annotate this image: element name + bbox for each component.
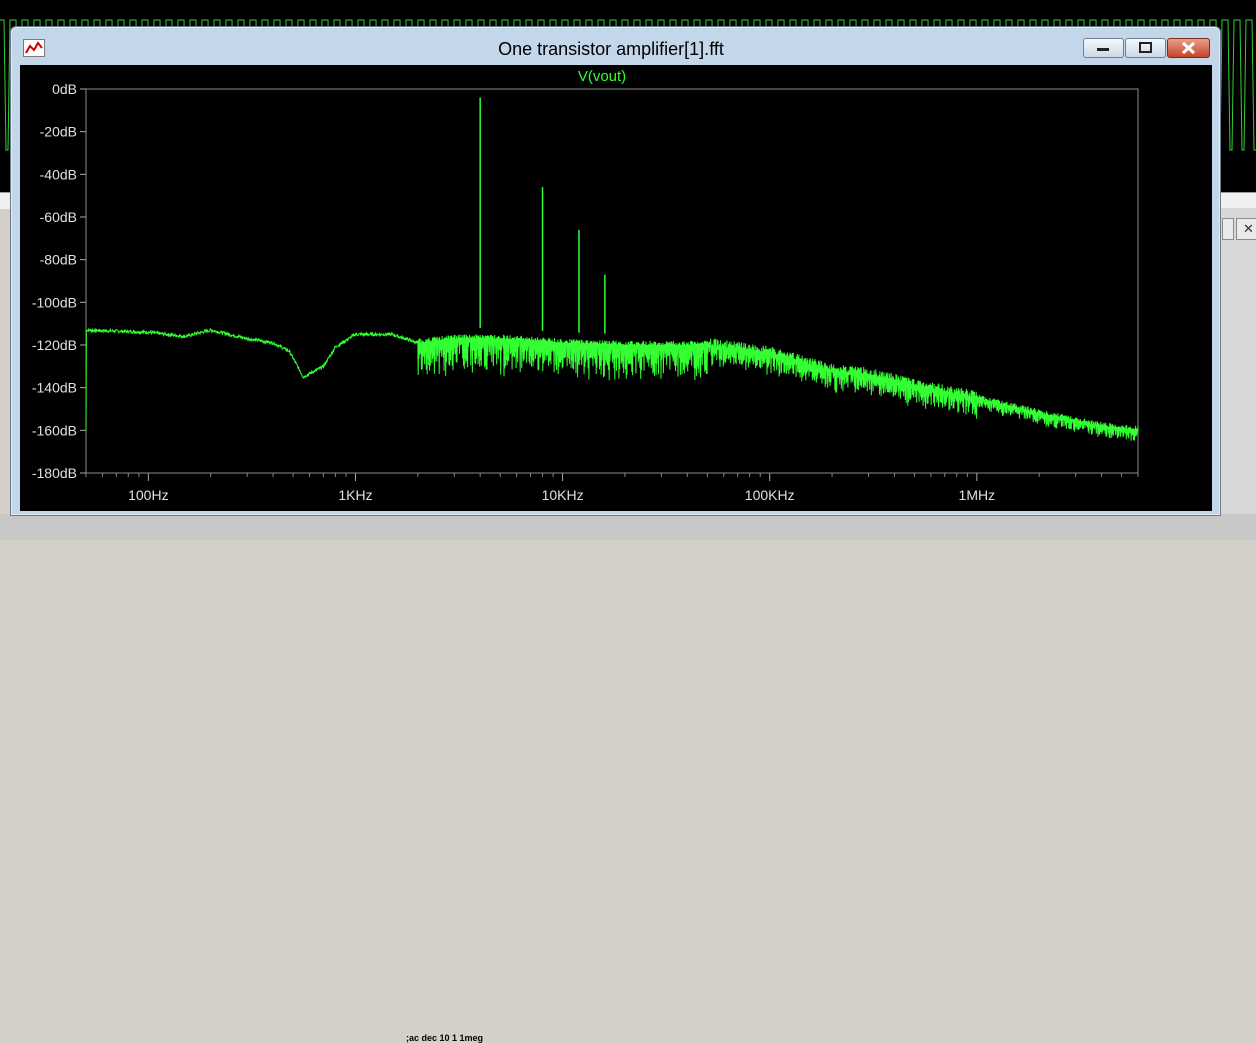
close-button[interactable]: [1167, 38, 1210, 58]
plot-pane[interactable]: V(vout) 0dB -20dB -40dB -60dB -80dB -100dB -12…: [20, 65, 1212, 511]
netlist-directive: ;ac dec 10 1 1meg: [406, 1033, 484, 1043]
fft-chart[interactable]: V(vout) 0dB -20dB -40dB -60dB -80dB -100dB -12…: [20, 65, 1212, 511]
y-tick-label: -80dB: [40, 252, 77, 268]
x-tick-label: 100KHz: [745, 487, 795, 503]
background-close-button[interactable]: ✕: [1236, 218, 1256, 240]
noise-floor-trace: [85, 327, 1139, 441]
y-tick-label: -140dB: [32, 380, 77, 396]
minimize-button[interactable]: [1083, 38, 1124, 58]
window-title: One transistor amplifier[1].fft: [498, 39, 724, 59]
y-tick-label: -60dB: [40, 209, 77, 225]
waveform-icon: [23, 39, 45, 57]
plot-frame: [85, 88, 1139, 474]
chart-title: V(vout): [578, 68, 626, 85]
maximize-icon: [1139, 42, 1152, 53]
maximize-button[interactable]: [1125, 38, 1166, 58]
close-icon: [1181, 41, 1196, 55]
y-tick-label: -40dB: [40, 166, 77, 182]
x-tick-label: 1MHz: [959, 487, 996, 503]
x-tick-label: 100Hz: [128, 487, 168, 503]
fft-plot-window[interactable]: One transistor amplifier[1].fft V(vout) …: [10, 26, 1221, 516]
y-tick-label: -160dB: [32, 422, 77, 438]
y-tick-label: -180dB: [32, 465, 77, 481]
background-restore-button[interactable]: [1222, 218, 1234, 240]
y-tick-label: -100dB: [32, 294, 77, 310]
x-tick-label: 1KHz: [338, 487, 372, 503]
minimize-icon: [1097, 48, 1109, 51]
title-bar[interactable]: One transistor amplifier[1].fft: [11, 27, 1220, 65]
y-tick-label: -20dB: [40, 124, 77, 140]
y-tick-label: -120dB: [32, 337, 77, 353]
y-tick-label: 0dB: [52, 81, 77, 97]
status-strip: ;ac dec 10 1 1meg: [0, 514, 1256, 1043]
x-tick-label: 10KHz: [542, 487, 584, 503]
